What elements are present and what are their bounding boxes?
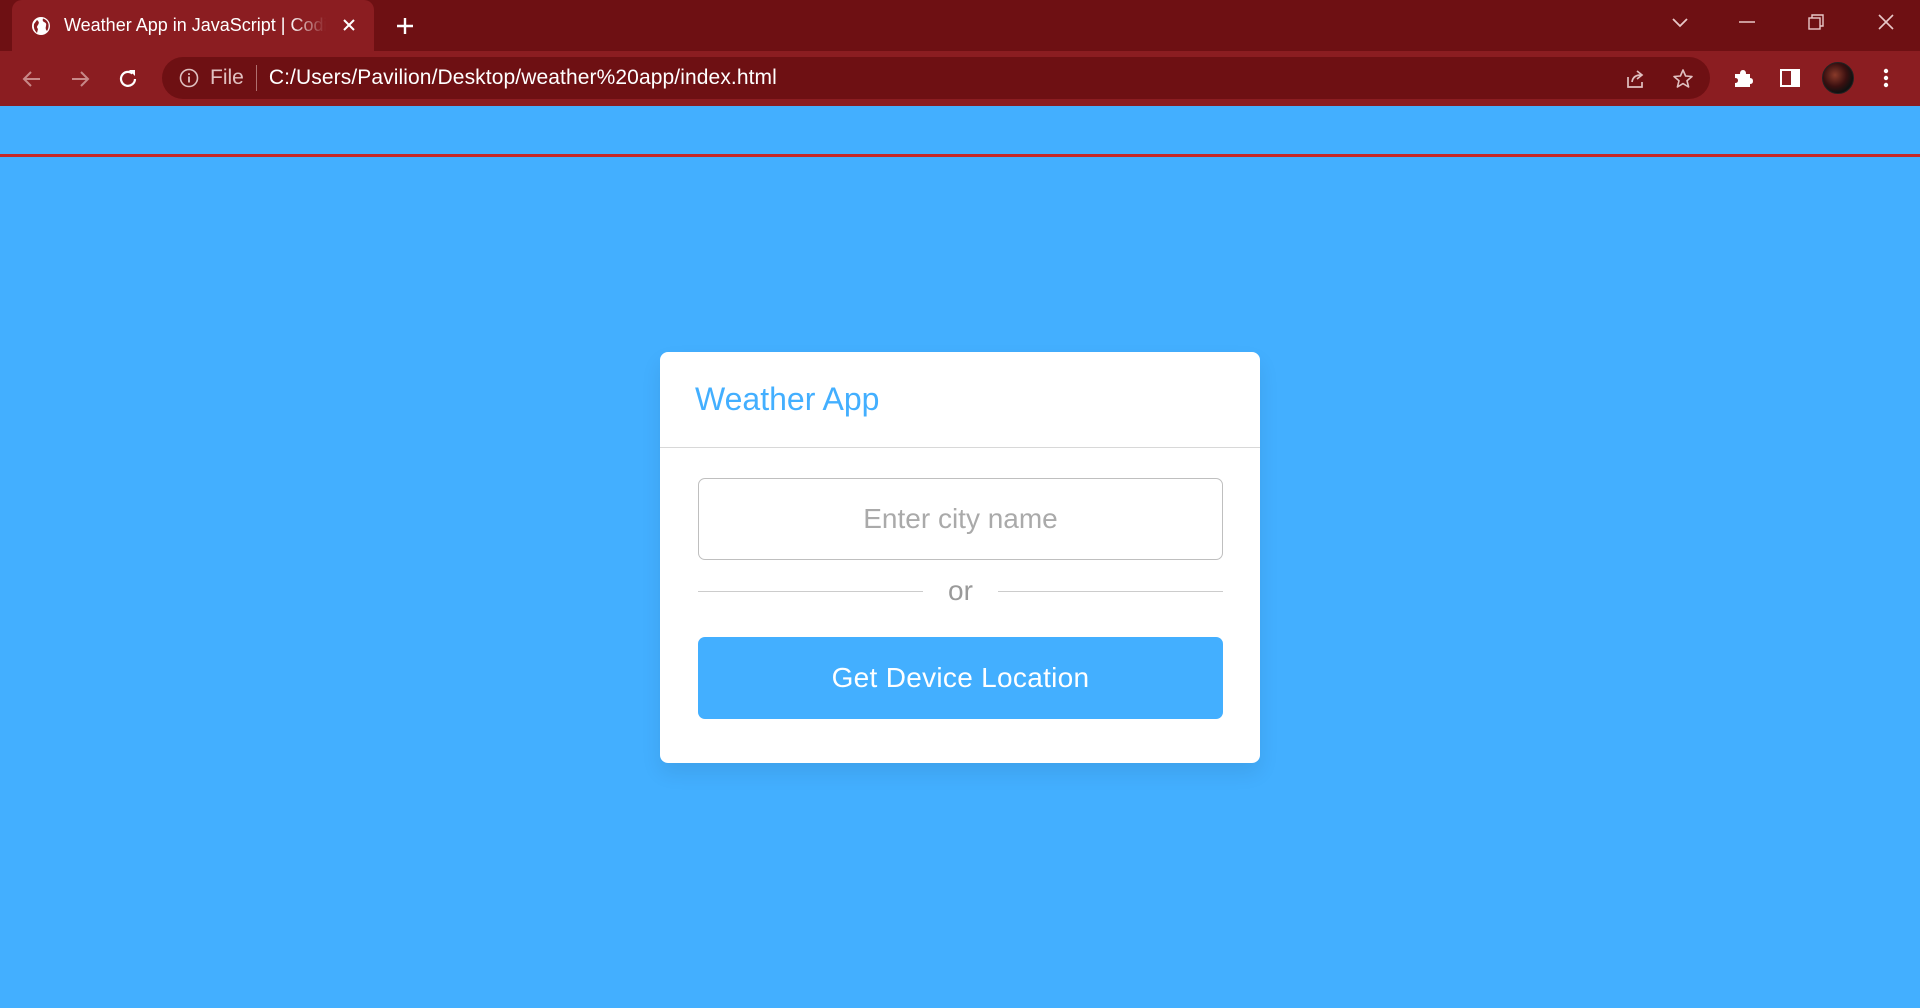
share-icon[interactable] [1622, 66, 1648, 92]
forward-arrow-icon[interactable] [66, 65, 94, 93]
restore-window-icon[interactable] [1798, 8, 1834, 36]
url-text[interactable]: C:/Users/Pavilion/Desktop/weather%20app/… [269, 66, 777, 90]
minimize-icon[interactable] [1729, 8, 1765, 36]
close-window-icon[interactable] [1868, 8, 1904, 36]
close-tab-icon[interactable] [338, 14, 360, 36]
divider-line-right [998, 591, 1223, 592]
side-panel-icon[interactable] [1776, 64, 1804, 92]
browser-titlebar: Weather App in JavaScript | Coding [0, 0, 1920, 51]
omnibox-separator [255, 65, 257, 91]
or-divider: or [698, 572, 1223, 612]
browser-toolbar: File C:/Users/Pavilion/Desktop/weather%2… [0, 51, 1920, 157]
bookmark-star-icon[interactable] [1670, 66, 1696, 92]
address-bar[interactable]: File C:/Users/Pavilion/Desktop/weather%2… [162, 57, 1710, 99]
card-header: Weather App [660, 352, 1260, 448]
tab-title: Weather App in JavaScript | Coding [64, 15, 326, 35]
info-icon[interactable] [178, 67, 200, 89]
get-device-location-button[interactable]: Get Device Location [698, 637, 1223, 719]
tab-search-chevron-down-icon[interactable] [1662, 8, 1698, 36]
globe-icon [30, 15, 52, 37]
app-title: Weather App [695, 381, 880, 417]
profile-avatar[interactable] [1822, 62, 1854, 94]
weather-app-card: Weather App or Get Device Location [660, 352, 1260, 763]
city-name-input[interactable] [698, 478, 1223, 560]
more-menu-vertical-dots-icon[interactable] [1872, 64, 1900, 92]
new-tab-plus-icon[interactable] [392, 13, 418, 39]
extensions-puzzle-icon[interactable] [1729, 64, 1757, 92]
reload-icon[interactable] [114, 65, 142, 93]
back-arrow-icon[interactable] [18, 65, 46, 93]
scheme-label: File [210, 66, 244, 89]
toolbar-bottom-border [0, 154, 1920, 157]
browser-tab-active[interactable]: Weather App in JavaScript | Coding [12, 0, 374, 51]
